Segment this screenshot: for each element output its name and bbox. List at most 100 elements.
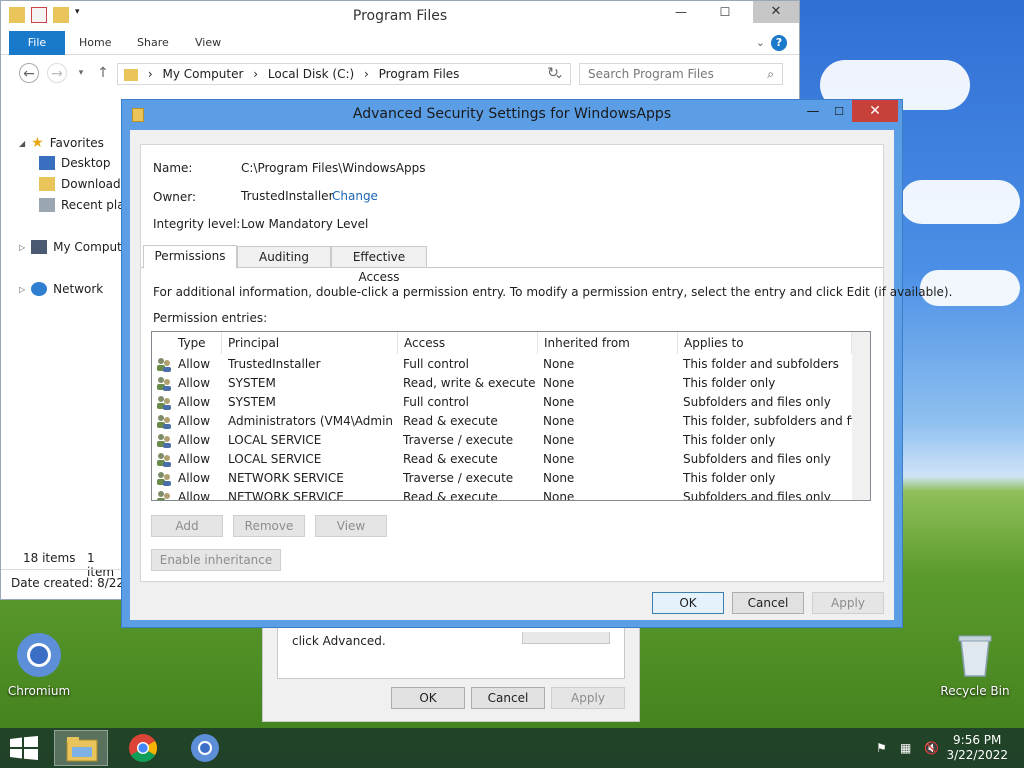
breadcrumb-item[interactable]: My Computer [162, 67, 243, 81]
chevron-down-icon[interactable]: ⌄ [756, 31, 765, 55]
close-button[interactable]: ✕ [852, 100, 898, 122]
desktop-icon-label: Chromium [7, 684, 71, 698]
dialog-body: Name: C:\Program Files\WindowsApps Owner… [130, 130, 952, 620]
ok-button[interactable]: OK [391, 687, 465, 709]
network-icon[interactable]: ▦ [900, 741, 916, 755]
desktop-icon-label: Recycle Bin [940, 684, 1010, 698]
maximize-button[interactable]: ☐ [826, 102, 852, 122]
remove-button[interactable]: Remove [233, 515, 305, 537]
help-icon[interactable]: ? [771, 35, 787, 51]
nav-favorites[interactable]: ◢ ★ Favorites [19, 135, 104, 151]
cell-access: Traverse / execute [403, 471, 514, 485]
taskbar-chrome[interactable] [116, 730, 170, 766]
desktop-icon-recycle-bin[interactable]: Recycle Bin [940, 632, 1010, 698]
column-header-access[interactable]: Access [398, 332, 538, 354]
cancel-button[interactable]: Cancel [732, 592, 804, 614]
table-row[interactable]: Allow Administrators (VM4\Admini... Read… [152, 412, 853, 431]
properties-panel: click Advanced. [277, 621, 625, 679]
minimize-button[interactable]: — [667, 1, 695, 23]
nav-network[interactable]: ▷ Network [19, 282, 103, 296]
windows-start-icon[interactable] [10, 736, 38, 760]
vertical-scrollbar[interactable] [852, 332, 870, 500]
expand-icon[interactable]: ▷ [19, 285, 25, 294]
apply-button[interactable]: Apply [812, 592, 884, 614]
up-icon[interactable]: ↑ [93, 63, 113, 83]
taskbar-file-explorer[interactable] [54, 730, 108, 766]
column-header-principal[interactable]: Principal [222, 332, 398, 354]
expand-icon[interactable]: ▷ [19, 243, 25, 252]
cell-access: Read, write & execute [403, 376, 536, 390]
search-placeholder: Search Program Files [588, 67, 714, 81]
add-button[interactable]: Add [151, 515, 223, 537]
cell-applies-to: This folder only [683, 433, 776, 447]
cell-type: Allow [178, 471, 211, 485]
users-icon [157, 472, 171, 486]
permission-entries-list[interactable]: Type Principal Access Inherited from App… [151, 331, 871, 501]
tab-share[interactable]: Share [137, 31, 169, 55]
view-button[interactable]: View [315, 515, 387, 537]
nav-my-computer[interactable]: ▷ My Computer [19, 240, 134, 254]
breadcrumb-item[interactable]: Local Disk (C:) [268, 67, 354, 81]
cell-principal: NETWORK SERVICE [228, 490, 344, 501]
nav-label: Desktop [61, 156, 111, 170]
column-header-inherited-from[interactable]: Inherited from [538, 332, 678, 354]
nav-desktop[interactable]: Desktop [39, 156, 111, 170]
tab-home[interactable]: Home [79, 31, 111, 55]
action-center-flag-icon[interactable]: ⚑ [876, 741, 892, 755]
back-icon[interactable]: ← [19, 63, 39, 83]
table-row[interactable]: Allow NETWORK SERVICE Traverse / execute… [152, 469, 852, 488]
column-header-type[interactable]: Type [172, 332, 222, 354]
table-row[interactable]: Allow LOCAL SERVICE Traverse / execute N… [152, 431, 852, 450]
cell-principal: TrustedInstaller [228, 357, 321, 371]
ok-button[interactable]: OK [652, 592, 724, 614]
maximize-button[interactable]: ☐ [711, 1, 739, 23]
chromium-icon [191, 734, 219, 762]
navigation-pane: ◢ ★ Favorites Desktop Downloads Recent p… [1, 125, 134, 545]
advanced-button[interactable] [522, 632, 610, 644]
desktop-icon-chromium[interactable]: Chromium [6, 632, 72, 698]
forward-icon[interactable]: → [47, 63, 67, 83]
breadcrumb-item[interactable]: Program Files [379, 67, 460, 81]
nav-recent-places[interactable]: Recent plac [39, 198, 131, 212]
refresh-icon[interactable]: ↻ [543, 63, 563, 83]
address-bar[interactable]: › My Computer › Local Disk (C:) › Progra… [117, 63, 571, 85]
cell-applies-to: Subfolders and files only [683, 395, 831, 409]
cell-inherited-from: None [543, 452, 575, 466]
nav-downloads[interactable]: Downloads [39, 177, 127, 191]
table-row[interactable]: Allow LOCAL SERVICE Read & execute None … [152, 450, 852, 469]
system-clock[interactable]: 9:56 PM 3/22/2022 [946, 733, 1008, 763]
tab-permissions[interactable]: Permissions [143, 245, 237, 269]
cell-inherited-from: None [543, 414, 575, 428]
apply-button[interactable]: Apply [551, 687, 625, 709]
column-header-applies-to[interactable]: Applies to [678, 332, 852, 354]
tab-effective-access[interactable]: Effective Access [331, 246, 427, 284]
table-row[interactable]: Allow TrustedInstaller Full control None… [152, 355, 852, 374]
table-row[interactable]: Allow SYSTEM Full control None Subfolder… [152, 393, 852, 412]
desktop-icon [39, 156, 55, 170]
ribbon-tabs: File Home Share View ⌄ ? [1, 31, 799, 55]
cancel-button[interactable]: Cancel [471, 687, 545, 709]
network-icon [31, 282, 48, 296]
close-button[interactable]: ✕ [753, 1, 799, 23]
nav-label: Favorites [49, 136, 104, 150]
cell-type: Allow [178, 357, 211, 371]
cell-applies-to: This folder and subfolders [683, 357, 839, 371]
volume-muted-icon[interactable]: 🔇 [924, 741, 940, 755]
tab-auditing[interactable]: Auditing [237, 246, 331, 268]
change-owner-link[interactable]: Change [332, 189, 378, 203]
recent-locations-icon[interactable]: ▾ [71, 63, 91, 83]
search-input[interactable]: Search Program Files ⌕ [579, 63, 783, 85]
table-row[interactable]: Allow SYSTEM Read, write & execute None … [152, 374, 852, 393]
integrity-label: Integrity level: [153, 217, 241, 231]
tab-view[interactable]: View [195, 31, 221, 55]
cell-principal: SYSTEM [228, 376, 276, 390]
cell-applies-to: This folder, subfolders and files [683, 414, 853, 428]
expand-icon[interactable]: ◢ [19, 139, 25, 148]
enable-inheritance-button[interactable]: Enable inheritance [151, 549, 281, 571]
cell-access: Read & execute [403, 452, 498, 466]
table-row[interactable]: Allow NETWORK SERVICE Read & execute Non… [152, 488, 852, 501]
minimize-button[interactable]: — [800, 102, 826, 122]
taskbar-chromium[interactable] [178, 730, 232, 766]
tab-file[interactable]: File [9, 31, 65, 55]
users-icon [157, 491, 170, 500]
